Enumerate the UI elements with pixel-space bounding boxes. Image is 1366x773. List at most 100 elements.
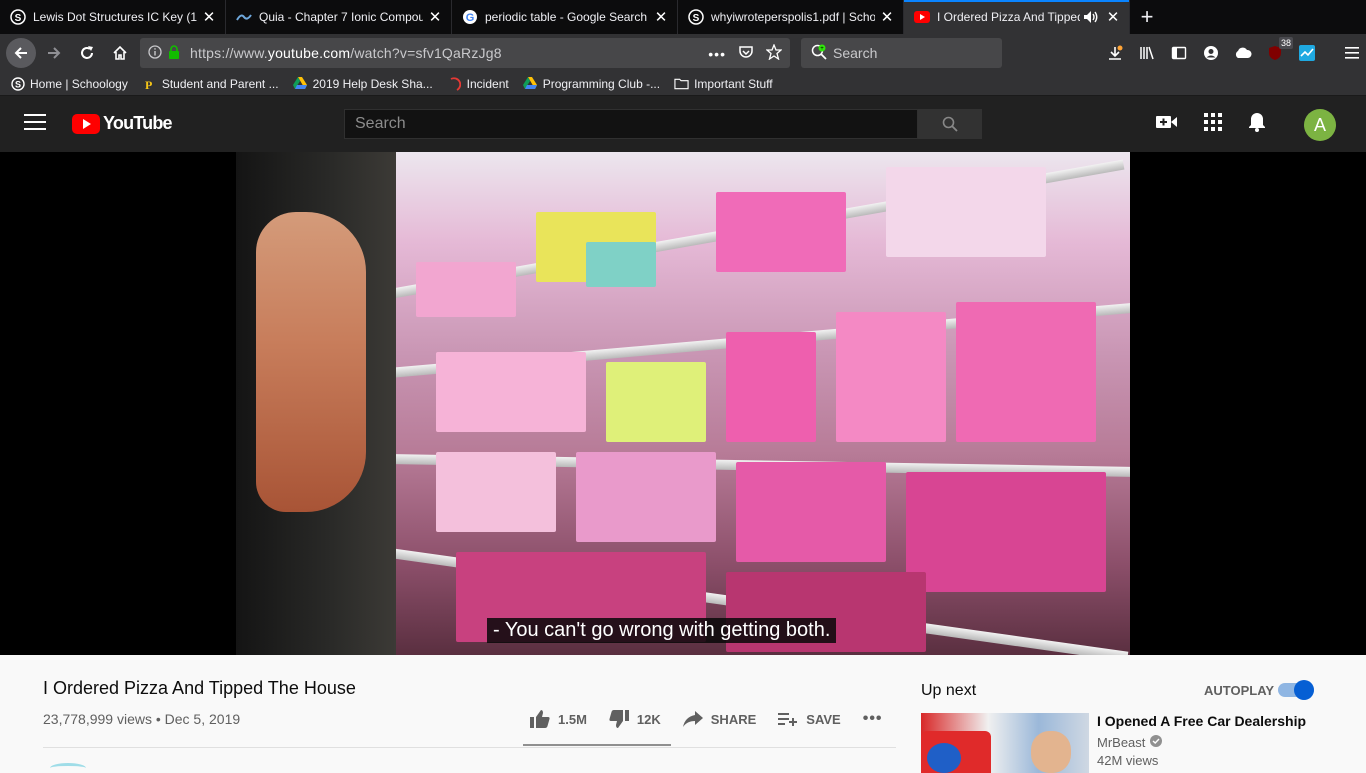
youtube-wordmark: YouTube	[103, 113, 173, 133]
lock-icon[interactable]	[168, 44, 180, 62]
parent-portal-icon: P	[142, 76, 157, 91]
new-tab-button[interactable]: +	[1130, 0, 1164, 34]
save-button[interactable]: SAVE	[778, 711, 841, 727]
tab-quia[interactable]: Quia - Chapter 7 Ionic Compou ✕	[226, 0, 452, 34]
google-icon: G	[462, 9, 478, 25]
bookmark-help-desk[interactable]: 2019 Help Desk Sha...	[293, 76, 433, 91]
recommended-title[interactable]: I Opened A Free Car Dealership	[1097, 713, 1306, 729]
thumbs-down-icon	[609, 710, 629, 728]
verified-icon	[1150, 735, 1163, 750]
like-button[interactable]: 1.5M	[530, 710, 587, 728]
url-bar[interactable]: https://www.youtube.com/watch?v=sfv1QaRz…	[140, 38, 790, 68]
toy-box	[716, 192, 846, 272]
close-icon[interactable]: ✕	[427, 8, 443, 26]
library-icon[interactable]	[1136, 42, 1158, 64]
close-icon[interactable]: ✕	[1105, 8, 1121, 26]
speaker-icon[interactable]	[1083, 10, 1101, 24]
info-icon[interactable]	[148, 44, 162, 62]
youtube-icon	[914, 9, 930, 25]
video-title: I Ordered Pizza And Tipped The House	[43, 678, 356, 698]
ublock-icon[interactable]: 38	[1264, 37, 1293, 64]
reload-button[interactable]	[72, 38, 102, 68]
playlist-add-icon	[778, 713, 798, 726]
video-player[interactable]: - You can't go wrong with getting both.	[0, 152, 1366, 655]
pocket-icon[interactable]	[738, 44, 754, 63]
bookmark-label: Important Stuff	[694, 76, 773, 91]
tab-periodic-table[interactable]: G periodic table - Google Search ✕	[452, 0, 678, 34]
autoplay-label: AUTOPLAY	[1204, 683, 1275, 698]
search-engine-icon: +	[811, 44, 827, 63]
incident-icon	[447, 76, 462, 91]
search-icon	[942, 116, 958, 132]
like-count: 1.5M	[558, 711, 587, 727]
svg-text:S: S	[693, 13, 700, 24]
recommended-thumbnail[interactable]	[921, 713, 1089, 773]
bookmark-incident[interactable]: Incident	[447, 76, 509, 91]
channel-name: MrBeast	[1097, 735, 1146, 750]
account-icon[interactable]	[1200, 42, 1222, 64]
bookmark-folder-important[interactable]: Important Stuff	[674, 76, 773, 91]
bookmark-student-parent[interactable]: P Student and Parent ...	[142, 76, 278, 91]
youtube-logo[interactable]: YouTube	[72, 113, 173, 134]
thumbs-up-icon	[530, 710, 550, 728]
divider	[43, 747, 896, 748]
close-icon[interactable]: ✕	[879, 8, 895, 26]
schoology-icon: S	[688, 9, 704, 25]
hamburger-menu-icon[interactable]	[1342, 42, 1364, 64]
toy-box	[886, 167, 1046, 257]
dislike-button[interactable]: 12K	[609, 710, 661, 728]
notifications-bell-icon[interactable]	[1248, 112, 1266, 137]
guide-menu-icon[interactable]	[24, 114, 46, 134]
close-icon[interactable]: ✕	[653, 8, 669, 26]
autoplay-toggle[interactable]	[1278, 680, 1314, 700]
toggle-knob	[1294, 680, 1314, 700]
toy-box	[906, 472, 1106, 592]
page-actions-icon[interactable]: •••	[708, 46, 726, 62]
svg-text:S: S	[14, 79, 20, 89]
extension-cloud-icon[interactable]	[1232, 42, 1254, 64]
toy-box	[416, 262, 516, 317]
youtube-search-button[interactable]	[918, 109, 982, 139]
forward-button[interactable]	[39, 38, 69, 68]
tab-lewis-dot[interactable]: S Lewis Dot Structures IC Key (1) ✕	[0, 0, 226, 34]
bookmarks-toolbar: S Home | Schoology P Student and Parent …	[0, 72, 1366, 96]
more-actions-icon[interactable]: •••	[863, 710, 883, 728]
sidebar-icon[interactable]	[1168, 42, 1190, 64]
browser-search-field[interactable]: + Search	[801, 38, 1002, 68]
bookmark-label: Programming Club -...	[542, 76, 661, 91]
arrow-left-icon	[14, 47, 27, 59]
tab-persepolis-pdf[interactable]: S whyiwroteperspolis1.pdf | Scho ✕	[678, 0, 904, 34]
close-icon[interactable]: ✕	[201, 8, 217, 26]
toy-box	[836, 312, 946, 442]
reload-icon	[81, 46, 93, 59]
toy-box	[606, 362, 706, 442]
quia-icon	[236, 9, 252, 25]
home-button[interactable]	[105, 38, 135, 68]
recommended-channel[interactable]: MrBeast	[1097, 735, 1163, 750]
download-icon[interactable]	[1104, 42, 1126, 64]
video-frame[interactable]: - You can't go wrong with getting both.	[236, 152, 1130, 655]
schoology-icon: S	[10, 9, 26, 25]
youtube-search-input[interactable]: Search	[344, 109, 918, 139]
apps-grid-icon[interactable]	[1204, 113, 1222, 136]
svg-text:S: S	[15, 13, 22, 24]
back-button[interactable]	[6, 38, 36, 68]
svg-text:G: G	[466, 12, 475, 24]
navigation-toolbar: https://www.youtube.com/watch?v=sfv1QaRz…	[0, 34, 1366, 72]
avatar[interactable]: A	[1304, 109, 1336, 141]
tab-title: whyiwroteperspolis1.pdf | Scho	[711, 10, 875, 24]
create-video-icon[interactable]	[1156, 114, 1178, 135]
video-actions: 1.5M 12K SHARE SAVE •••	[530, 710, 905, 728]
bookmark-label: Incident	[466, 76, 509, 91]
share-button[interactable]: SHARE	[682, 711, 756, 727]
bookmark-star-icon[interactable]	[765, 43, 783, 63]
toy-box	[736, 462, 886, 562]
svg-text:+: +	[820, 46, 824, 52]
youtube-header: YouTube Search A	[0, 96, 1366, 152]
tab-youtube-video[interactable]: I Ordered Pizza And Tipped ✕	[904, 0, 1130, 34]
url-text[interactable]: https://www.youtube.com/watch?v=sfv1QaRz…	[190, 45, 502, 61]
bookmark-schoology-home[interactable]: S Home | Schoology	[10, 76, 128, 91]
youtube-play-icon	[72, 113, 100, 134]
bookmark-programming-club[interactable]: Programming Club -...	[523, 76, 660, 91]
extension-chart-icon[interactable]	[1296, 42, 1318, 64]
